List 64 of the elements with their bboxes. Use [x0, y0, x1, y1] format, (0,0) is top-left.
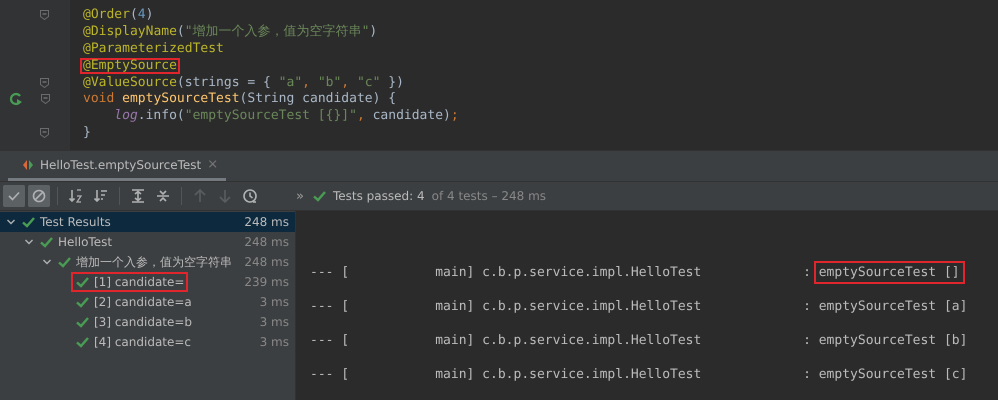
code-line: log.info("emptySourceTest [{}]", candidate); — [113, 108, 460, 125]
arrow-up-icon — [192, 188, 208, 204]
run-config-icon — [22, 158, 34, 170]
expand-icon — [130, 188, 146, 204]
tree-row[interactable]: 增加一个入参，值为空字符串 248 ms — [0, 252, 295, 272]
log-prefix: --- [ main] c.b.p.service.impl.HelloTest : — [310, 332, 812, 349]
test-name: [4] candidate=c — [94, 335, 192, 349]
check-icon — [76, 276, 89, 288]
tree-row[interactable]: Test Results 248 ms — [0, 212, 295, 232]
code-line: @ParameterizedTest — [82, 40, 225, 58]
status-text: Tests passed: 4 — [332, 189, 425, 203]
test-name: HelloTest — [58, 235, 112, 249]
test-name: [3] candidate=b — [94, 315, 192, 329]
sort-icon — [93, 188, 109, 204]
show-ignored-button[interactable] — [28, 185, 50, 207]
test-duration: 3 ms — [260, 335, 289, 349]
run-icon[interactable] — [9, 92, 23, 106]
show-passed-button[interactable] — [3, 185, 25, 207]
check-icon — [22, 216, 35, 228]
code-line: } — [82, 124, 92, 142]
check-icon — [40, 236, 53, 248]
code-line: void emptySourceTest(String candidate) { — [82, 90, 398, 108]
code-line: @EmptySource — [80, 57, 462, 74]
clock-icon — [242, 188, 258, 204]
log-message: emptySourceTest [] — [814, 261, 965, 284]
collapse-icon — [155, 188, 171, 204]
more-icon[interactable]: » — [296, 188, 304, 204]
fold-icon[interactable] — [40, 78, 49, 88]
test-duration: 3 ms — [260, 295, 289, 309]
fold-icon[interactable] — [40, 10, 49, 20]
tree-row[interactable]: [2] candidate=a 3 ms — [0, 292, 295, 312]
test-name: Test Results — [40, 215, 111, 229]
fold-icon[interactable] — [40, 128, 49, 138]
test-duration: 248 ms — [244, 255, 289, 269]
tree-row[interactable]: HelloTest 248 ms — [0, 232, 295, 252]
no-entry-icon — [31, 188, 47, 204]
code-line: @ValueSource(strings = { "a", "b", "c" }) — [82, 74, 405, 91]
check-icon — [76, 336, 89, 348]
sort-alpha-icon — [68, 188, 84, 204]
tree-row[interactable]: [3] candidate=b 3 ms — [0, 312, 295, 332]
tree-row[interactable]: [1] candidate= 239 ms — [0, 272, 295, 292]
arrow-down-icon — [217, 188, 233, 204]
test-name: [2] candidate=a — [94, 295, 192, 309]
test-name: [1] candidate= — [94, 275, 184, 289]
test-duration: 239 ms — [244, 275, 289, 289]
code-line: @DisplayName("增加一个入参，值为空字符串") — [82, 24, 378, 41]
test-name: 增加一个入参，值为空字符串 — [76, 254, 232, 270]
test-duration: 3 ms — [260, 315, 289, 329]
log-prefix: --- [ main] c.b.p.service.impl.HelloTest : — [310, 264, 812, 281]
log-message: emptySourceTest [a] — [818, 298, 968, 316]
check-icon — [312, 190, 326, 202]
log-message: emptySourceTest [c] — [818, 366, 968, 384]
check-icon — [76, 296, 89, 308]
check-icon — [58, 256, 71, 268]
log-prefix: --- [ main] c.b.p.service.impl.HelloTest : — [310, 298, 812, 315]
test-duration: 248 ms — [244, 235, 289, 249]
fold-icon[interactable] — [41, 94, 50, 104]
check-icon — [76, 316, 89, 328]
code-line: @Order(4) — [82, 7, 154, 24]
log-prefix: --- [ main] c.b.p.service.impl.HelloTest : — [310, 366, 812, 383]
test-duration: 248 ms — [244, 215, 289, 229]
status-detail: of 4 tests – 248 ms — [432, 189, 546, 203]
log-message: emptySourceTest [b] — [818, 332, 968, 350]
tree-row[interactable]: [4] candidate=c 3 ms — [0, 332, 295, 352]
